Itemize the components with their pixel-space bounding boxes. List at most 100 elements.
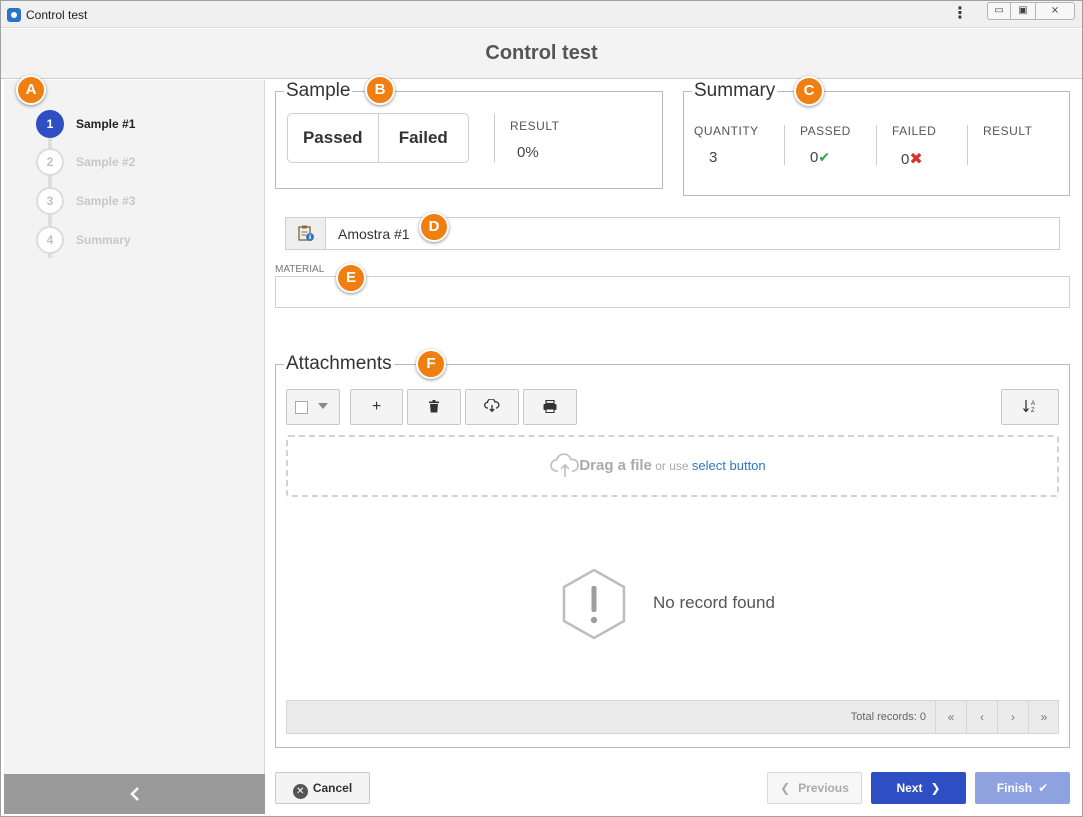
- passed-button[interactable]: Passed: [288, 114, 378, 162]
- passed-count: 0✔: [810, 149, 830, 166]
- next-page-button[interactable]: ›: [997, 701, 1028, 733]
- step-number: 3: [36, 187, 64, 215]
- restore-button[interactable]: ▣: [1011, 2, 1035, 20]
- material-input[interactable]: [275, 276, 1070, 308]
- add-attachment-button[interactable]: +: [350, 389, 403, 425]
- scan-document-button[interactable]: [523, 389, 577, 425]
- summary-legend: Summary: [692, 80, 778, 102]
- step-label: Sample #2: [76, 155, 136, 169]
- select-all-checkbox[interactable]: [295, 401, 308, 414]
- download-attachment-button[interactable]: [465, 389, 519, 425]
- step-number: 2: [36, 148, 64, 176]
- warning-hexagon-icon: [562, 568, 626, 640]
- step-sample-1[interactable]: 1 Sample #1: [36, 110, 256, 140]
- cancel-label: Cancel: [312, 781, 353, 795]
- page-title: Control test: [485, 42, 598, 64]
- failed-button[interactable]: Failed: [377, 114, 469, 162]
- chevron-right-icon: ❯: [930, 781, 941, 795]
- sample-legend: Sample: [284, 80, 353, 102]
- divider: [967, 125, 968, 165]
- callout-d: D: [419, 212, 449, 242]
- step-sample-3[interactable]: 3 Sample #3: [36, 187, 256, 217]
- quantity-value: 3: [709, 149, 718, 166]
- passed-caption: PASSED: [800, 124, 851, 138]
- delete-attachment-button[interactable]: [407, 389, 461, 425]
- callout-a: A: [16, 75, 46, 105]
- collapse-sidebar-button[interactable]: [4, 774, 265, 814]
- callout-b: B: [365, 75, 395, 105]
- previous-button[interactable]: ❮ Previous: [767, 772, 862, 804]
- trash-icon: [429, 400, 439, 413]
- next-button[interactable]: Next ❯: [871, 772, 966, 804]
- pass-fail-toggle: Passed Failed: [287, 113, 469, 163]
- empty-state-text: No record found: [653, 593, 775, 612]
- cloud-download-icon: [484, 398, 500, 413]
- total-records: Total records: 0: [850, 711, 926, 723]
- window-title: Control test: [26, 8, 88, 22]
- select-all-dropdown[interactable]: [286, 389, 340, 425]
- last-page-button[interactable]: »: [1028, 701, 1059, 733]
- minimize-button[interactable]: ▭: [987, 2, 1011, 20]
- callout-f: F: [416, 349, 446, 379]
- step-label: Sample #3: [76, 194, 136, 208]
- result-caption: RESULT: [510, 119, 560, 133]
- identifier-value: Amostra #1: [338, 226, 410, 242]
- step-sample-2[interactable]: 2 Sample #2: [36, 148, 256, 178]
- attachments-fieldset: Attachments + A Z Drag a file or use sel…: [275, 353, 1070, 748]
- title-bar: Control test ⋮ ▭ ▣ ⨯: [1, 1, 1082, 28]
- clipboard-info-icon: [298, 225, 314, 241]
- step-number: 1: [36, 110, 64, 138]
- material-label: MATERIAL: [275, 264, 325, 275]
- app-logo-icon: [7, 8, 21, 22]
- chevron-left-icon: [129, 787, 139, 801]
- finish-button[interactable]: Finish ✔: [975, 772, 1070, 804]
- next-label: Next: [896, 781, 923, 795]
- close-circle-icon: ✕: [292, 784, 308, 799]
- step-number: 4: [36, 226, 64, 254]
- identifier-info-button[interactable]: [286, 218, 326, 249]
- divider: [494, 113, 495, 163]
- control-test-window: Control test ⋮ ▭ ▣ ⨯ Control test 1 Samp…: [0, 0, 1083, 817]
- summary-result-caption: RESULT: [983, 124, 1033, 138]
- cross-icon: ✖: [909, 151, 923, 168]
- step-label: Sample #1: [76, 117, 136, 131]
- sample-fieldset: Sample Passed Failed RESULT 0%: [275, 80, 663, 189]
- steps-sidebar: 1 Sample #1 2 Sample #2 3 Sample #3 4 Su…: [4, 80, 265, 814]
- more-options-icon[interactable]: ⋮: [952, 5, 968, 23]
- callout-c: C: [794, 76, 824, 106]
- quantity-caption: QUANTITY: [694, 124, 759, 138]
- checkmark-icon: ✔: [1038, 781, 1049, 795]
- divider: [784, 125, 785, 165]
- previous-label: Previous: [798, 781, 849, 795]
- sort-az-icon: A Z: [1023, 400, 1035, 414]
- scanner-icon: [543, 399, 557, 414]
- failed-count: 0✖: [901, 149, 923, 169]
- result-value: 0%: [517, 144, 539, 161]
- sort-button[interactable]: A Z: [1001, 389, 1059, 425]
- dropzone-text: Drag a file or use select button: [288, 457, 1057, 474]
- summary-fieldset: Summary QUANTITY 3 PASSED 0✔ FAILED 0✖ R…: [683, 80, 1070, 196]
- cancel-button[interactable]: ✕ Cancel: [275, 772, 370, 804]
- svg-text:A: A: [1031, 401, 1035, 407]
- pagination-bar: Total records: 0 « ‹ › »: [286, 700, 1059, 734]
- file-dropzone[interactable]: Drag a file or use select button: [286, 435, 1059, 497]
- callout-e: E: [336, 263, 366, 293]
- checkmark-icon: ✔: [818, 149, 831, 165]
- sample-identifier-field[interactable]: Amostra #1: [285, 217, 1060, 250]
- first-page-button[interactable]: «: [935, 701, 966, 733]
- step-label: Summary: [76, 233, 131, 247]
- attachments-legend: Attachments: [284, 353, 394, 375]
- page-header: Control test: [1, 29, 1082, 79]
- step-summary[interactable]: 4 Summary: [36, 226, 256, 256]
- select-file-link[interactable]: select button: [692, 458, 766, 473]
- divider: [876, 125, 877, 165]
- dropzone-strong-text: Drag a file: [579, 457, 652, 474]
- chevron-left-icon: ❮: [780, 781, 791, 795]
- failed-caption: FAILED: [892, 124, 937, 138]
- finish-label: Finish: [996, 781, 1033, 795]
- svg-text:Z: Z: [1031, 408, 1035, 414]
- previous-page-button[interactable]: ‹: [966, 701, 997, 733]
- dropzone-middle-text: or use: [655, 459, 689, 473]
- close-button[interactable]: ⨯: [1035, 2, 1075, 20]
- chevron-down-icon: [318, 403, 328, 409]
